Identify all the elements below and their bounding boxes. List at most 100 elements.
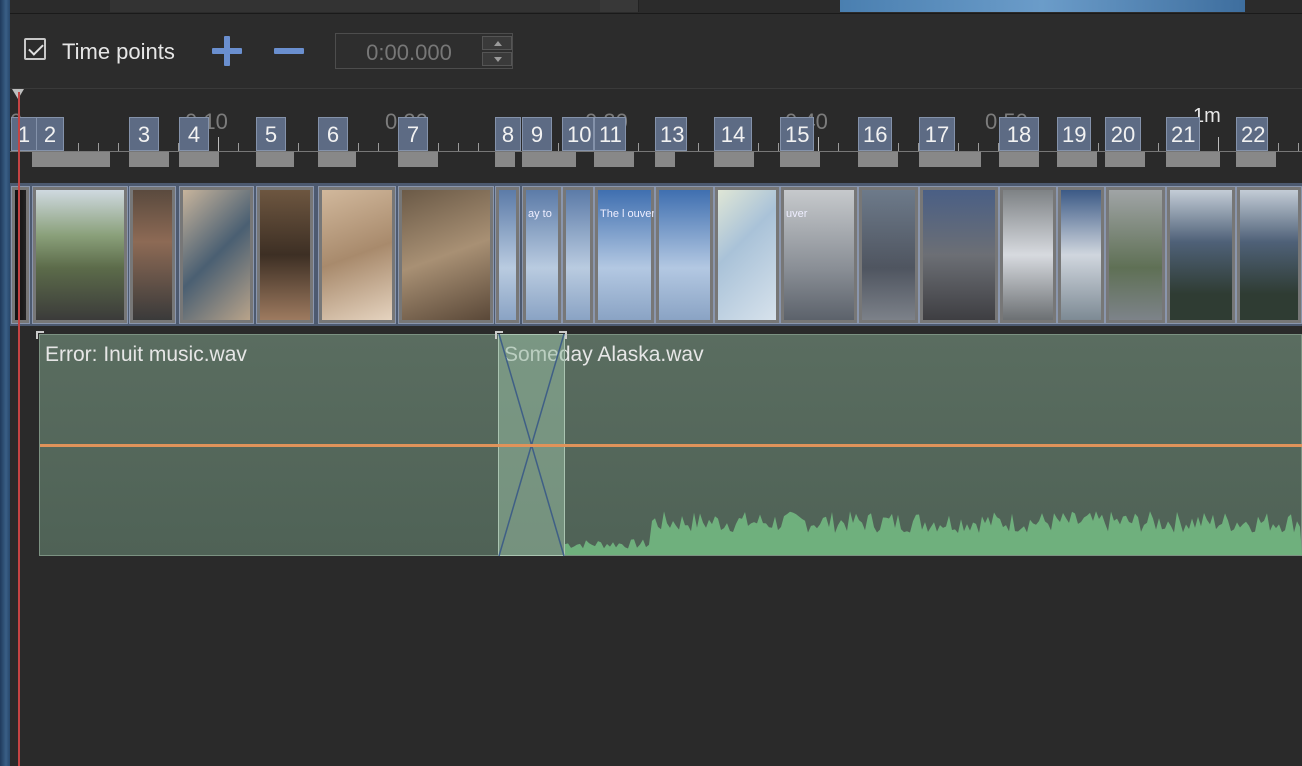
step-down-icon[interactable] <box>482 52 512 66</box>
time-point-marker[interactable]: 13 <box>655 117 687 151</box>
slide-thumbnail[interactable] <box>318 186 396 324</box>
slide-duration-bar[interactable] <box>179 152 219 167</box>
slide-thumbnail[interactable] <box>129 186 176 324</box>
ruler-tick <box>298 143 299 151</box>
time-point-marker[interactable]: 14 <box>714 117 752 151</box>
slide-duration-bar[interactable] <box>495 152 515 167</box>
slide-image: The l ouver to Sk <box>598 190 654 320</box>
clip-corner-handle[interactable] <box>495 331 503 339</box>
time-point-marker[interactable]: 19 <box>1057 117 1091 151</box>
playhead-line[interactable] <box>18 92 20 766</box>
time-point-marker[interactable]: 3 <box>129 117 159 151</box>
slide-thumbnail[interactable] <box>1057 186 1105 324</box>
time-point-marker[interactable]: 10 <box>562 117 594 151</box>
ruler-tick <box>1278 143 1279 151</box>
time-points-checkbox[interactable] <box>24 38 46 60</box>
time-point-marker[interactable]: 4 <box>179 117 209 151</box>
slide-caption: uver <box>786 208 808 220</box>
slide-duration-bar[interactable] <box>999 152 1039 167</box>
time-point-marker[interactable]: 2 <box>36 117 64 151</box>
time-point-marker[interactable]: 11 <box>594 117 626 151</box>
slide-image <box>923 190 995 320</box>
preview-thumbnail <box>840 0 1245 12</box>
slide-thumbnail[interactable] <box>562 186 594 324</box>
slide-thumbnail[interactable] <box>714 186 780 324</box>
slide-thumbnail[interactable] <box>179 186 254 324</box>
ruler-tick <box>778 143 779 151</box>
slide-thumbnail[interactable] <box>858 186 919 324</box>
time-point-value[interactable]: 0:00.000 <box>336 40 482 66</box>
ruler-tick <box>698 143 699 151</box>
time-point-marker[interactable]: 9 <box>522 117 552 151</box>
time-point-marker[interactable]: 16 <box>858 117 892 151</box>
volume-line[interactable] <box>40 444 1302 447</box>
slide-duration-bar[interactable] <box>714 152 754 167</box>
slide-duration-bar[interactable] <box>1236 152 1276 167</box>
slide-image <box>402 190 490 320</box>
ruler-tick <box>838 143 839 151</box>
slide-image: ay to <box>526 190 558 320</box>
time-point-marker[interactable]: 5 <box>256 117 286 151</box>
scrub-bar[interactable] <box>110 0 639 12</box>
slide-thumbnail[interactable] <box>1166 186 1236 324</box>
slide-duration-bar[interactable] <box>522 152 562 167</box>
slide-duration-bar[interactable] <box>780 152 820 167</box>
top-preview-strip <box>10 0 1302 14</box>
slide-duration-bar[interactable] <box>1166 152 1220 167</box>
time-point-marker[interactable]: 17 <box>919 117 955 151</box>
slide-duration-bar[interactable] <box>1105 152 1145 167</box>
time-point-marker[interactable]: 20 <box>1105 117 1141 151</box>
remove-time-point-button[interactable] <box>274 36 304 66</box>
slide-duration-bar[interactable] <box>1057 152 1097 167</box>
ruler-tick <box>558 143 559 151</box>
time-point-marker[interactable]: 22 <box>1236 117 1268 151</box>
time-point-marker[interactable]: 7 <box>398 117 428 151</box>
slide-thumbnail[interactable] <box>256 186 314 324</box>
slide-duration-bar[interactable] <box>32 152 110 167</box>
desktop-edge <box>0 0 10 766</box>
slide-duration-bar[interactable] <box>858 152 898 167</box>
slide-duration-bar[interactable] <box>594 152 634 167</box>
ruler-tick <box>1298 143 1299 151</box>
slide-thumbnail[interactable] <box>495 186 520 324</box>
time-point-marker[interactable]: 6 <box>318 117 348 151</box>
time-point-marker[interactable]: 8 <box>495 117 521 151</box>
slide-thumbnail[interactable] <box>32 186 128 324</box>
slide-duration-bar[interactable] <box>129 152 169 167</box>
slide-thumbnail[interactable]: uver <box>780 186 858 324</box>
slide-duration-bar[interactable] <box>919 152 981 167</box>
slide-thumbnail[interactable] <box>919 186 999 324</box>
add-time-point-button[interactable] <box>212 36 242 66</box>
slide-thumbnail[interactable] <box>655 186 714 324</box>
time-point-marker[interactable]: 15 <box>780 117 814 151</box>
time-point-marker[interactable]: 21 <box>1166 117 1200 151</box>
slide-duration-bar[interactable] <box>655 152 675 167</box>
slide-thumbnail[interactable] <box>1105 186 1166 324</box>
slide-thumbnail[interactable]: ay to <box>522 186 562 324</box>
clip-corner-handle[interactable] <box>559 331 567 339</box>
scrub-knob[interactable] <box>600 0 638 12</box>
slide-thumbnail[interactable] <box>398 186 494 324</box>
ruler-tick <box>238 143 239 151</box>
ruler-tick <box>78 143 79 151</box>
time-point-marker[interactable]: 1 <box>11 117 37 151</box>
time-point-marker[interactable]: 18 <box>999 117 1039 151</box>
slide-duration-bar[interactable] <box>398 152 438 167</box>
slide-thumbnail[interactable] <box>11 186 30 324</box>
time-point-input[interactable]: 0:00.000 <box>335 33 513 69</box>
slide-thumbnail[interactable] <box>1236 186 1302 324</box>
slide-duration-bar[interactable] <box>562 152 576 167</box>
time-points-toolbar: Time points 0:00.000 <box>10 14 1302 89</box>
step-up-icon[interactable] <box>482 36 512 50</box>
slide-thumbnail[interactable] <box>999 186 1057 324</box>
slide-image <box>1109 190 1162 320</box>
slide-duration-bar[interactable] <box>256 152 294 167</box>
slide-duration-bar[interactable] <box>318 152 356 167</box>
slide-thumbnail[interactable]: The l ouver to Sk <box>594 186 655 324</box>
time-stepper[interactable] <box>482 36 512 66</box>
ruler-tick <box>758 143 759 151</box>
slide-image <box>659 190 710 320</box>
clip-corner-handle[interactable] <box>36 331 44 339</box>
slide-image <box>862 190 915 320</box>
slide-caption: ay to <box>528 208 552 220</box>
